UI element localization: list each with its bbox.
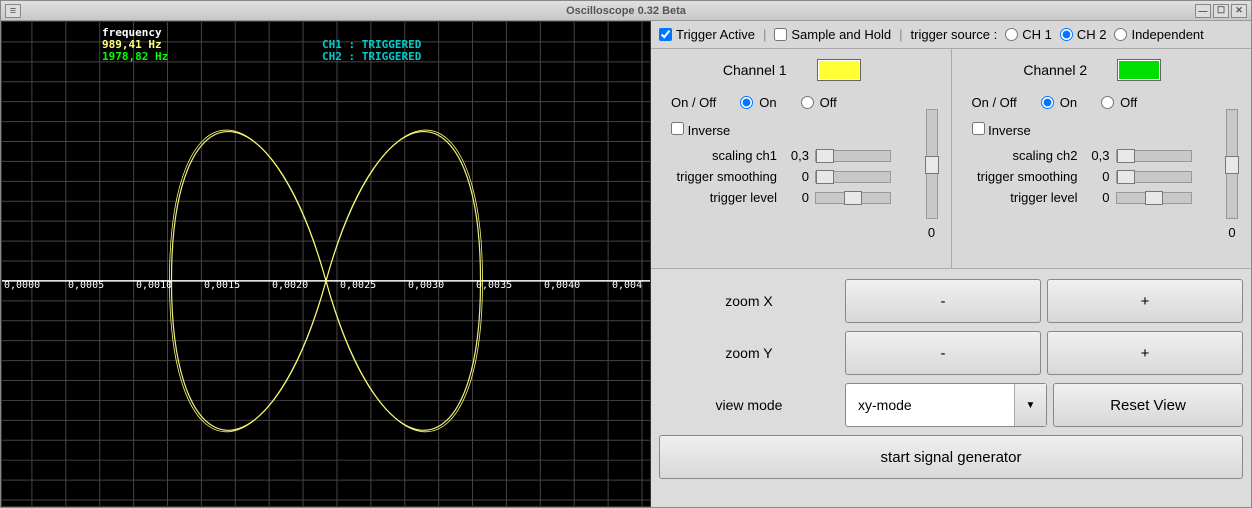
ch1-scaling-label: scaling ch1 — [665, 148, 785, 163]
close-button[interactable]: ✕ — [1231, 4, 1247, 18]
ch1-on-radio[interactable]: On — [740, 95, 776, 110]
axis-tick: 0,0015 — [204, 280, 240, 291]
minimize-button[interactable]: — — [1195, 4, 1211, 18]
ch2-status: CH2 : TRIGGERED — [322, 50, 421, 63]
axis-tick: 0,0035 — [476, 280, 512, 291]
ch2-smoothing-label: trigger smoothing — [966, 169, 1086, 184]
ch1-scaling-slider[interactable] — [815, 150, 891, 162]
ch2-off-radio[interactable]: Off — [1101, 95, 1137, 110]
ch1-trigger-level-slider[interactable] — [815, 192, 891, 204]
axis-tick: 0,0010 — [136, 280, 172, 291]
channel2-color-swatch[interactable] — [1117, 59, 1161, 81]
axis-tick: 0,0040 — [544, 280, 580, 291]
ch1-scaling-value: 0,3 — [785, 148, 815, 163]
channel1-title: Channel 1 — [723, 62, 787, 78]
sample-hold-checkbox[interactable]: Sample and Hold — [774, 27, 891, 42]
axis-tick: 0,0025 — [340, 280, 376, 291]
ch2-trigger-level-value: 0 — [1086, 190, 1116, 205]
trigger-source-ch1[interactable]: CH 1 — [1005, 27, 1052, 42]
ch2-trigger-level-slider[interactable] — [1116, 192, 1192, 204]
ch1-smoothing-value: 0 — [785, 169, 815, 184]
trigger-source-independent[interactable]: Independent — [1114, 27, 1203, 42]
zoom-x-minus-button[interactable]: - — [845, 279, 1041, 323]
start-signal-generator-button[interactable]: start signal generator — [659, 435, 1243, 479]
ch2-smoothing-value: 0 — [1086, 169, 1116, 184]
ch2-trigger-level-label: trigger level — [966, 190, 1086, 205]
zoom-x-plus-button[interactable]: + — [1047, 279, 1243, 323]
ch1-smoothing-label: trigger smoothing — [665, 169, 785, 184]
ch2-smoothing-slider[interactable] — [1116, 171, 1192, 183]
channel1-color-swatch[interactable] — [817, 59, 861, 81]
ch2-vertical-slider[interactable] — [1226, 109, 1238, 219]
reset-view-button[interactable]: Reset View — [1053, 383, 1243, 427]
frequency-ch2: 1978,82 Hz — [102, 50, 168, 63]
axis-tick: 0,0030 — [408, 280, 444, 291]
axis-tick: 0,0020 — [272, 280, 308, 291]
ch1-vertical-slider[interactable] — [926, 109, 938, 219]
chevron-down-icon[interactable]: ▼ — [1014, 384, 1046, 426]
ch2-vertical-value: 0 — [1228, 225, 1235, 240]
trigger-active-checkbox[interactable]: Trigger Active — [659, 27, 755, 42]
trigger-source-ch2[interactable]: CH 2 — [1060, 27, 1107, 42]
trigger-source-label: trigger source : — [911, 27, 998, 42]
view-mode-label: view mode — [659, 397, 839, 413]
oscilloscope-display: frequency 989,41 Hz 1978,82 Hz CH1 : TRI… — [1, 21, 651, 507]
ch1-vertical-value: 0 — [928, 225, 935, 240]
ch2-on-radio[interactable]: On — [1041, 95, 1077, 110]
ch2-inverse-checkbox[interactable]: Inverse — [972, 122, 1031, 138]
axis-tick: 0,0005 — [68, 280, 104, 291]
ch2-scaling-slider[interactable] — [1116, 150, 1192, 162]
zoom-y-label: zoom Y — [659, 345, 839, 361]
ch2-onoff-label: On / Off — [972, 95, 1017, 110]
ch1-onoff-label: On / Off — [671, 95, 716, 110]
ch1-smoothing-slider[interactable] — [815, 171, 891, 183]
ch2-scaling-label: scaling ch2 — [966, 148, 1086, 163]
maximize-button[interactable]: ☐ — [1213, 4, 1229, 18]
ch1-off-radio[interactable]: Off — [801, 95, 837, 110]
axis-tick: 0,004 — [612, 280, 642, 291]
view-mode-value: xy-mode — [846, 397, 1014, 413]
ch1-inverse-checkbox[interactable]: Inverse — [671, 122, 730, 138]
ch1-trigger-level-label: trigger level — [665, 190, 785, 205]
zoom-y-minus-button[interactable]: - — [845, 331, 1041, 375]
axis-tick: 0,0000 — [4, 280, 40, 291]
ch1-trigger-level-value: 0 — [785, 190, 815, 205]
ch2-scaling-value: 0,3 — [1086, 148, 1116, 163]
window-menu-icon[interactable]: ≡ — [5, 4, 21, 18]
window-title: Oscilloscope 0.32 Beta — [566, 5, 686, 17]
view-mode-combobox[interactable]: xy-mode ▼ — [845, 383, 1047, 427]
channel2-title: Channel 2 — [1023, 62, 1087, 78]
zoom-x-label: zoom X — [659, 293, 839, 309]
zoom-y-plus-button[interactable]: + — [1047, 331, 1243, 375]
